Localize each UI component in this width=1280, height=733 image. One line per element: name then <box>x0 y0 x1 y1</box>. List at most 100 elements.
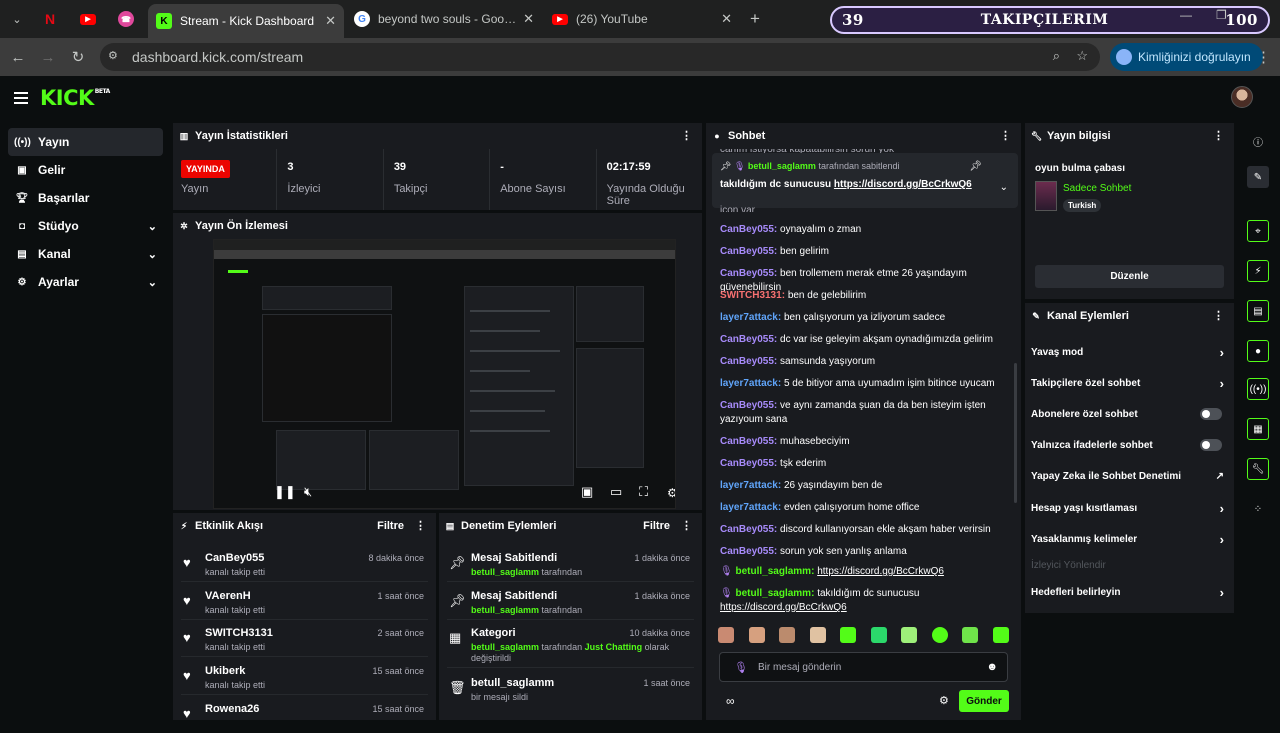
chat-username[interactable]: CanBey055 <box>720 546 774 557</box>
close-tab-icon[interactable]: ✕ <box>325 13 336 29</box>
mod-user[interactable]: betull_saglamm <box>471 642 539 652</box>
feed-username[interactable]: VAerenH <box>205 590 251 602</box>
chat-username[interactable]: SWITCH3131 <box>720 290 782 301</box>
bookmark-star-icon[interactable]: ☆ <box>1076 48 1088 64</box>
tab-youtube[interactable]: ▶ (26) YouTube ✕ <box>544 5 740 33</box>
chat-settings-gear-icon[interactable]: ⚙ <box>939 694 949 707</box>
filter-button[interactable]: Filtre <box>643 520 670 532</box>
zoom-search-icon[interactable]: ⌕ <box>1053 48 1060 64</box>
chat-username[interactable]: CanBey055 <box>720 356 774 367</box>
pinned-link[interactable]: https://discord.gg/BcCrkwQ6 <box>834 179 972 190</box>
mod-user[interactable]: betull_saglamm <box>471 567 539 577</box>
emote-icon[interactable] <box>779 627 796 643</box>
channel-action-item[interactable]: Takipçilere özel sohbet › <box>1031 373 1224 393</box>
sidebar-item-ayarlar[interactable]: ⚙ Ayarlar ⌄ <box>8 268 163 296</box>
sidebar-item-kanal[interactable]: ▤ Kanal ⌄ <box>8 240 163 268</box>
emote-icon[interactable] <box>962 627 979 643</box>
channel-action-item[interactable]: Abonelere özel sohbet <box>1031 404 1224 424</box>
chat-username[interactable]: CanBey055 <box>720 246 774 257</box>
minimize-icon[interactable]: — <box>1180 8 1192 22</box>
chat-message-input[interactable]: 🎙︎ Bir mesaj gönderin ☻ <box>719 652 1008 682</box>
pinned-message[interactable]: 📌︎ 🎙︎ betull_saglamm tarafından sabitlen… <box>712 153 1018 208</box>
chat-username[interactable]: betull_saglamm <box>735 566 811 577</box>
mod-user[interactable]: betull_saglamm <box>471 605 539 615</box>
channel-action-item[interactable]: Hedefleri belirleyin › <box>1031 582 1224 602</box>
fullscreen-icon[interactable]: ⛶ <box>639 484 648 500</box>
mute-icon[interactable]: 🔇︎ <box>304 484 312 500</box>
pinned-user[interactable]: betull_saglamm <box>748 161 816 171</box>
pause-icon[interactable]: ❚❚ <box>274 484 296 500</box>
chat-link[interactable]: https://discord.gg/BcCrkwQ6 <box>720 602 847 613</box>
close-tab-icon[interactable]: ✕ <box>523 11 534 27</box>
channel-action-item[interactable]: İzleyici Yönlendir <box>1031 555 1224 575</box>
feed-username[interactable]: Rowena26 <box>205 703 259 715</box>
channel-action-item[interactable]: Yavaş mod › <box>1031 342 1224 362</box>
mod-action-title[interactable]: betull_saglamm <box>471 677 554 689</box>
channel-action-item[interactable]: Yalnızca ifadelerle sohbet <box>1031 435 1224 455</box>
emote-icon[interactable] <box>901 627 918 643</box>
pinned-tab-netflix[interactable]: N <box>34 5 66 33</box>
emote-icon[interactable] <box>809 627 826 643</box>
pip-icon[interactable]: ▣ <box>581 484 593 500</box>
channel-action-item[interactable]: Hesap yaşı kısıtlaması › <box>1031 498 1224 518</box>
chat-username[interactable]: betull_saglamm <box>735 588 811 599</box>
broadcast-icon[interactable]: ((•)) <box>1247 378 1269 400</box>
chat-scrollbar[interactable] <box>1014 363 1017 503</box>
chat-username[interactable]: CanBey055 <box>720 224 774 235</box>
emote-icon[interactable] <box>718 627 734 643</box>
kick-logo[interactable]: KICKBETA <box>40 86 110 110</box>
chat-username[interactable]: CanBey055 <box>720 334 774 345</box>
theater-icon[interactable]: ▭ <box>610 484 622 500</box>
menu-hamburger-icon[interactable] <box>14 92 28 104</box>
verify-identity-button[interactable]: Kimliğinizi doğrulayın <box>1110 43 1263 71</box>
lightning-icon[interactable]: ⚡︎ <box>1247 260 1269 282</box>
chat-username[interactable]: layer7attack <box>720 480 778 491</box>
category-name[interactable]: Sadece Sohbet <box>1063 183 1131 194</box>
emote-icon[interactable] <box>992 627 1009 643</box>
more-options-icon[interactable]: ⋮ <box>681 129 692 142</box>
new-tab-icon[interactable]: + <box>744 8 766 30</box>
sidebar-item-gelir[interactable]: ▣ Gelir <box>8 156 163 184</box>
avatar[interactable] <box>1231 86 1253 108</box>
chevron-down-icon[interactable]: ⌄ <box>1000 182 1008 193</box>
settings-gear-icon[interactable]: ⚙ <box>667 486 675 500</box>
chat-username[interactable]: CanBey055 <box>720 524 774 535</box>
tab-google-search[interactable]: G beyond two souls - Google'da A ✕ <box>346 5 542 33</box>
chat-username[interactable]: CanBey055 <box>720 436 774 447</box>
restore-icon[interactable]: ❐ <box>1216 8 1227 22</box>
site-info-icon[interactable]: ⚙ <box>108 49 124 65</box>
more-options-icon[interactable]: ⋮ <box>415 519 426 532</box>
wrench-icon[interactable]: 🔧︎ <box>1247 458 1269 480</box>
emote-icon[interactable] <box>748 627 765 643</box>
feed-username[interactable]: SWITCH3131 <box>205 627 273 639</box>
sidebar-item-studyo[interactable]: ◘ Stüdyo ⌄ <box>8 212 163 240</box>
edit-button[interactable]: Düzenle <box>1035 265 1224 288</box>
more-options-icon[interactable]: ⋮ <box>1213 309 1224 322</box>
feed-username[interactable]: Ukiberk <box>205 665 245 677</box>
channel-action-item[interactable]: Yapay Zeka ile Sohbet Denetimi ↗ <box>1031 466 1224 486</box>
back-icon[interactable]: ← <box>8 47 28 67</box>
pinned-tab-app[interactable]: ☎ <box>110 5 142 33</box>
browser-menu-icon[interactable]: ⋮ <box>1256 48 1271 66</box>
apps-icon[interactable]: ⁘ <box>1247 498 1269 520</box>
emoji-picker-icon[interactable]: ☻ <box>986 661 998 673</box>
toggle-switch[interactable] <box>1200 408 1222 420</box>
chat-username[interactable]: CanBey055 <box>720 400 774 411</box>
close-tab-icon[interactable]: ✕ <box>721 11 732 27</box>
sidebar-item-yayin[interactable]: ((•)) Yayın <box>8 128 163 156</box>
emote-icon[interactable] <box>840 627 857 643</box>
tab-kick-dashboard[interactable]: K Stream - Kick Dashboard ✕ <box>148 4 344 38</box>
chat-username[interactable]: CanBey055 <box>720 268 774 279</box>
chat-username[interactable]: CanBey055 <box>720 458 774 469</box>
unpin-icon[interactable]: 📌︎ <box>969 161 982 172</box>
moderation-icon[interactable]: ▦ <box>1247 418 1269 440</box>
channel-action-item[interactable]: Yasaklanmış kelimeler › <box>1031 529 1224 549</box>
emote-icon[interactable] <box>931 627 948 643</box>
more-options-icon[interactable]: ⋮ <box>681 519 692 532</box>
reload-icon[interactable]: ↻ <box>68 47 88 67</box>
chat-username[interactable]: layer7attack <box>720 378 778 389</box>
stream-video-player[interactable]: ❚❚ 🔇︎ ▣ ▭ ⛶ ⚙ <box>213 239 676 509</box>
chat-username[interactable]: layer7attack <box>720 312 778 323</box>
chat-bubble-icon[interactable]: ● <box>1247 340 1269 362</box>
more-options-icon[interactable]: ⋮ <box>1000 129 1011 142</box>
